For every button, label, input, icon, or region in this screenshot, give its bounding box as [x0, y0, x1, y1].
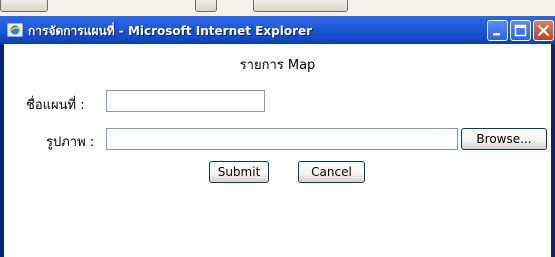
ie-popup-window: การจัดการแผนที่ - Microsoft Internet Exp…: [0, 16, 555, 257]
cancel-button[interactable]: Cancel: [298, 161, 365, 183]
map-name-input[interactable]: [106, 90, 265, 112]
background-button-2: [195, 0, 217, 12]
image-path-input[interactable]: [106, 128, 458, 150]
maximize-button[interactable]: [510, 20, 531, 41]
close-button[interactable]: [533, 20, 554, 41]
minimize-button[interactable]: [487, 20, 508, 41]
map-name-label: ชื่อแผนที่ :: [26, 98, 85, 113]
minimize-icon: [493, 33, 500, 36]
window-title: การจัดการแผนที่ - Microsoft Internet Exp…: [28, 24, 313, 38]
form-heading: รายการ Map: [239, 58, 316, 73]
browse-button[interactable]: Browse...: [461, 128, 547, 150]
image-label: รูปภาพ :: [46, 135, 95, 150]
submit-button[interactable]: Submit: [209, 161, 269, 183]
background-button-1: [0, 0, 48, 12]
ie-icon: [7, 22, 23, 38]
close-icon: [537, 24, 550, 37]
title-bar[interactable]: การจัดการแผนที่ - Microsoft Internet Exp…: [0, 16, 555, 44]
background-button-3: [253, 0, 348, 12]
maximize-icon: [514, 24, 527, 37]
page-content: รายการ Map ชื่อแผนที่ : รูปภาพ : Browse.…: [4, 44, 551, 257]
